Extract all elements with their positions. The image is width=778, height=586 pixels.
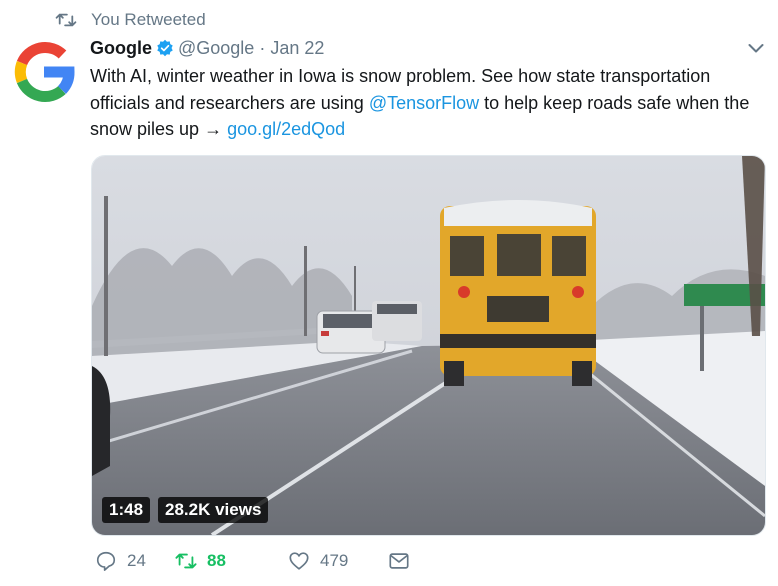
retweet-button[interactable]: 88: [175, 550, 288, 572]
video-thumbnail: [92, 156, 765, 535]
tweet-text: With AI, winter weather in Iowa is snow …: [90, 63, 765, 143]
video-views: 28.2K views: [158, 497, 269, 523]
retweet-banner: You Retweeted: [55, 9, 206, 31]
tweet-date[interactable]: Jan 22: [270, 38, 324, 59]
video-player[interactable]: 1:48 28.2K views: [91, 155, 766, 536]
reply-icon: [96, 551, 116, 571]
reply-button[interactable]: 24: [95, 550, 175, 572]
reply-count: 24: [127, 551, 146, 570]
author-handle[interactable]: @Google: [178, 38, 254, 59]
avatar[interactable]: [13, 41, 75, 103]
google-g-logo: [14, 42, 75, 102]
envelope-icon: [389, 553, 409, 569]
direct-message-button[interactable]: [388, 550, 420, 572]
like-button[interactable]: 479: [288, 550, 388, 572]
separator: ·: [259, 37, 266, 58]
url-link[interactable]: goo.gl/2edQod: [227, 119, 345, 139]
chevron-down-icon[interactable]: [748, 42, 764, 54]
tweet-header: Google @Google · Jan 22: [90, 36, 324, 60]
mention-link[interactable]: @TensorFlow: [369, 93, 479, 113]
retweet-count: 88: [207, 551, 226, 570]
heart-icon: [289, 552, 309, 570]
author-name[interactable]: Google: [90, 38, 152, 59]
retweet-icon: [55, 13, 77, 27]
retweet-icon: [175, 553, 197, 569]
tweet-actions: 24 88 479: [95, 548, 420, 574]
retweet-banner-label: You Retweeted: [91, 10, 206, 29]
like-count: 479: [320, 551, 349, 570]
video-duration: 1:48: [102, 497, 151, 523]
verified-badge-icon: [157, 39, 173, 57]
